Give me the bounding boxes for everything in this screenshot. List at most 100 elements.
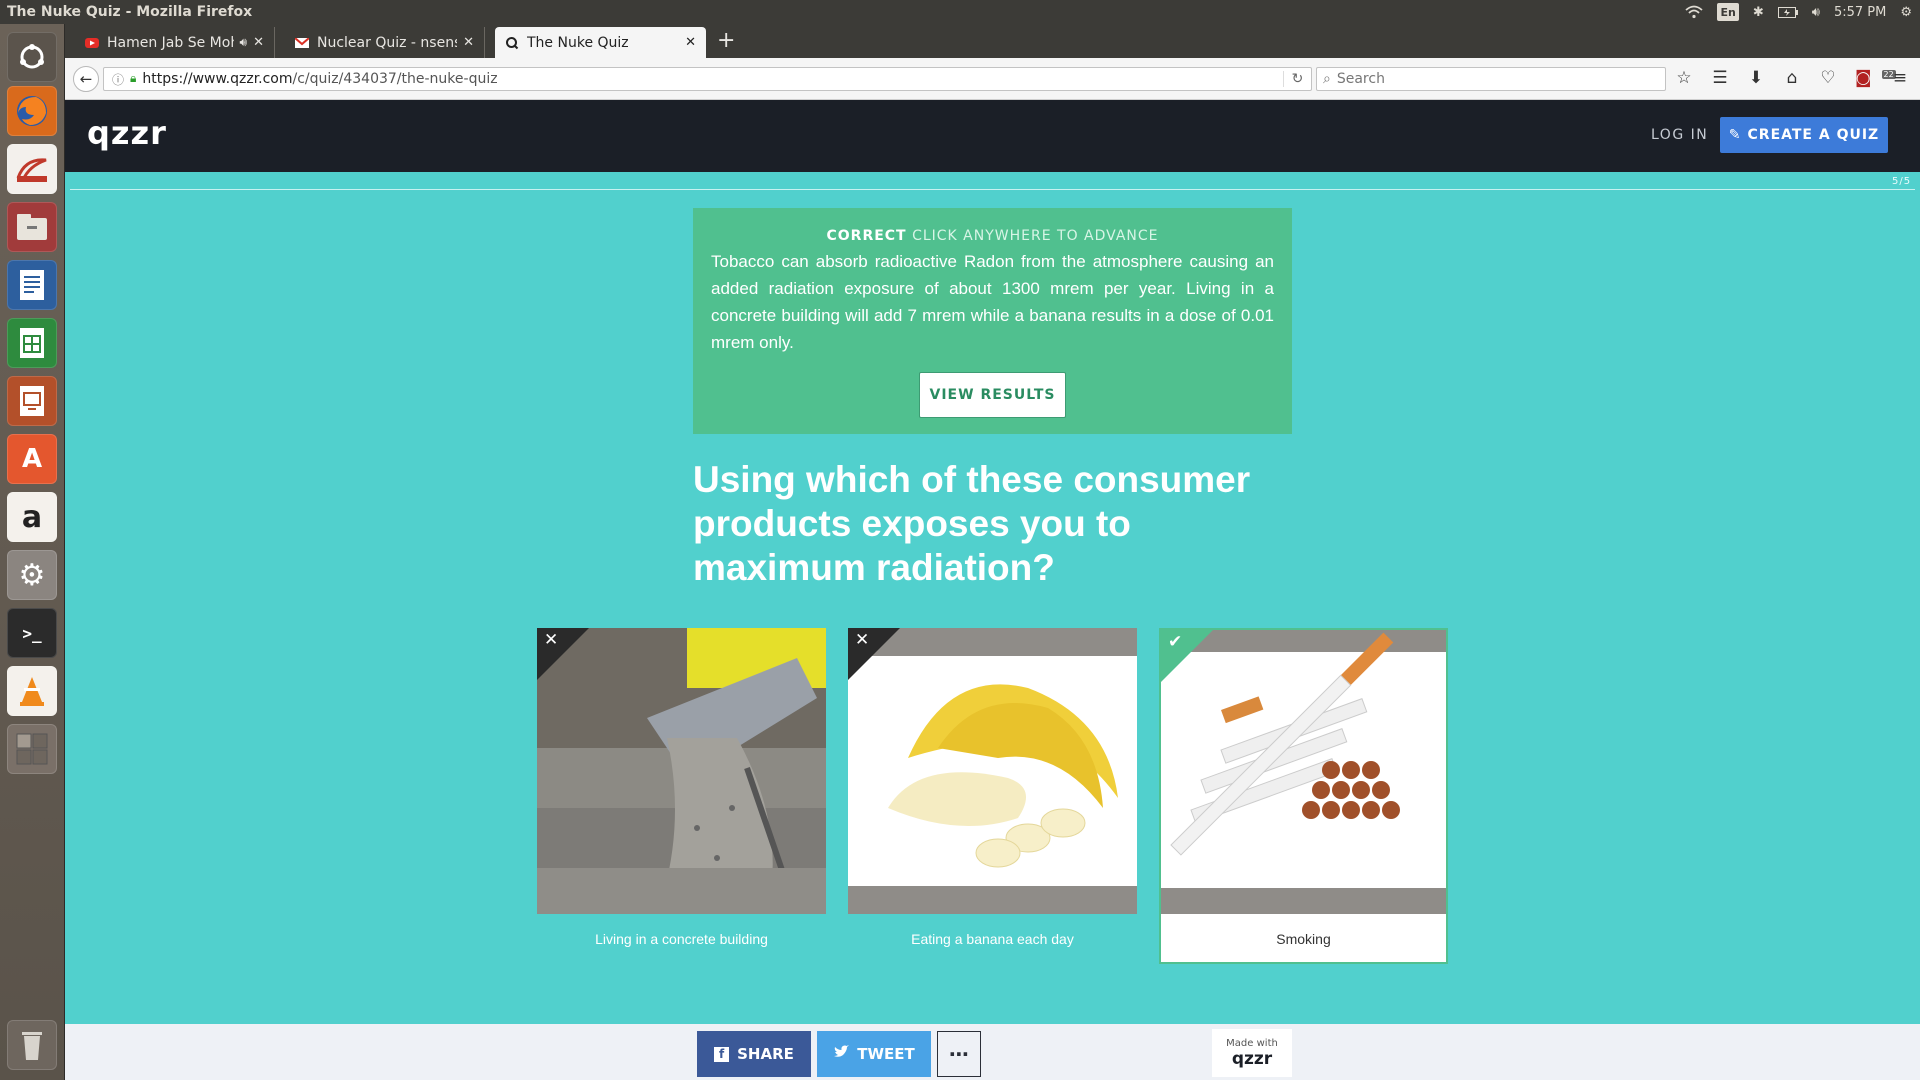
- ubuntu-launcher: A a ⚙ >_: [0, 24, 65, 1080]
- navigation-toolbar: ← ⓘ 🔒︎ https://www.qzzr.com/c/quiz/43403…: [65, 58, 1920, 100]
- amazon-icon[interactable]: a: [7, 492, 57, 542]
- ublock-icon[interactable]: ◙ 22: [1855, 68, 1896, 88]
- hamburger-menu-icon[interactable]: ≡: [1891, 68, 1909, 88]
- pocket-icon[interactable]: ♡: [1819, 68, 1837, 88]
- answer-feedback-panel[interactable]: CORRECT CLICK ANYWHERE TO ADVANCE Tobacc…: [693, 208, 1292, 434]
- share-label: SHARE: [737, 1045, 794, 1063]
- youtube-icon: [85, 36, 99, 50]
- login-link[interactable]: LOG IN: [1651, 127, 1708, 143]
- check-mark-icon: ✔: [1168, 632, 1183, 652]
- file-manager-icon[interactable]: [7, 202, 57, 252]
- progress-label: 5/5: [1892, 176, 1912, 187]
- back-button[interactable]: ←: [73, 66, 99, 92]
- wifi-icon[interactable]: [1685, 3, 1704, 21]
- site-header: qzzr LOG IN ✎ CREATE A QUIZ: [65, 100, 1920, 172]
- cigarettes-image: ✔: [1161, 630, 1446, 914]
- wrong-mark-icon: ✕: [855, 630, 870, 650]
- tab-label: Nuclear Quiz - nsensha: [317, 34, 457, 51]
- url-path: /c/quiz/434037/the-nuke-quiz: [292, 71, 498, 87]
- made-with-label: Made with: [1226, 1037, 1278, 1049]
- feedback-header: CORRECT CLICK ANYWHERE TO ADVANCE: [693, 228, 1292, 244]
- vlc-icon[interactable]: [7, 666, 57, 716]
- gmail-icon: [295, 36, 309, 50]
- feedback-hint: CLICK ANYWHERE TO ADVANCE: [912, 228, 1159, 244]
- answer-option-smoking[interactable]: ✔ Smoking: [1159, 628, 1448, 964]
- libreoffice-impress-icon[interactable]: [7, 376, 57, 426]
- battery-icon[interactable]: [1777, 3, 1798, 21]
- firefox-icon[interactable]: [7, 86, 57, 136]
- answer-option-concrete[interactable]: ✕ Living in a concrete building: [537, 628, 826, 964]
- facebook-share-button[interactable]: f SHARE: [697, 1031, 811, 1077]
- toolbar-icons: ☆ ☰ ⬇ ⌂ ♡ ◙ 22 ≡: [1675, 68, 1909, 88]
- tweet-label: TWEET: [857, 1045, 915, 1063]
- progress-bar: [70, 189, 1915, 190]
- made-with-qzzr-badge[interactable]: Made with qzzr: [1212, 1029, 1292, 1077]
- libreoffice-writer-icon[interactable]: [7, 260, 57, 310]
- bookmark-star-icon[interactable]: ☆: [1675, 68, 1693, 88]
- answer-option-banana[interactable]: ✕ Eating a banana each day: [848, 628, 1137, 964]
- terminal-icon[interactable]: >_: [7, 608, 57, 658]
- lock-icon[interactable]: 🔒︎: [130, 71, 136, 88]
- system-top-panel: The Nuke Quiz - Mozilla Firefox En ✱ 🔊︎ …: [0, 0, 1920, 24]
- more-options-button[interactable]: ⋯: [937, 1031, 981, 1077]
- twitter-icon: [833, 1045, 850, 1063]
- feedback-explanation: Tobacco can absorb radioactive Radon fro…: [711, 252, 1274, 352]
- url-text[interactable]: https://www.qzzr.com/c/quiz/434037/the-n…: [142, 71, 1283, 87]
- close-icon[interactable]: ✕: [253, 35, 264, 50]
- libreoffice-calc-icon[interactable]: [7, 318, 57, 368]
- create-quiz-button[interactable]: ✎ CREATE A QUIZ: [1720, 117, 1888, 153]
- volume-icon[interactable]: 🔊︎: [1812, 3, 1820, 21]
- url-bar[interactable]: ⓘ 🔒︎ https://www.qzzr.com/c/quiz/434037/…: [103, 67, 1312, 91]
- gear-icon[interactable]: ⚙: [1900, 3, 1912, 21]
- edit-icon: ✎: [1728, 127, 1742, 143]
- close-icon[interactable]: ✕: [463, 35, 474, 50]
- keyboard-layout-indicator[interactable]: En: [1717, 3, 1739, 21]
- qzzr-icon: [505, 36, 519, 50]
- tab-label: The Nuke Quiz: [527, 34, 629, 51]
- reading-list-icon[interactable]: ☰: [1711, 68, 1729, 88]
- info-icon[interactable]: ⓘ: [112, 71, 124, 88]
- answer-label: Eating a banana each day: [911, 931, 1074, 947]
- feedback-status: CORRECT: [826, 228, 907, 244]
- banana-image: ✕: [848, 628, 1137, 914]
- new-tab-button[interactable]: +: [717, 30, 735, 52]
- search-icon: ⌕: [1323, 71, 1331, 87]
- wrong-mark-icon: ✕: [544, 630, 559, 650]
- tab-youtube[interactable]: Hamen Jab Se Moha 🔊︎ ✕: [75, 27, 275, 58]
- close-icon[interactable]: ✕: [685, 35, 696, 50]
- made-with-logo: qzzr: [1231, 1048, 1273, 1069]
- home-icon[interactable]: ⌂: [1783, 68, 1801, 88]
- url-base: https://www.qzzr.com: [142, 71, 293, 87]
- system-indicators: En ✱ 🔊︎ 5:57 PM ⚙: [1685, 3, 1920, 21]
- tab-the-nuke-quiz[interactable]: The Nuke Quiz ✕: [495, 27, 706, 58]
- twitter-tweet-button[interactable]: TWEET: [817, 1031, 931, 1077]
- tab-gmail[interactable]: Nuclear Quiz - nsensha ✕: [285, 27, 485, 58]
- speaker-icon[interactable]: 🔊︎: [240, 35, 248, 50]
- facebook-icon: f: [714, 1046, 730, 1062]
- answer-label: Living in a concrete building: [595, 931, 768, 947]
- concrete-image: ✕: [537, 628, 826, 914]
- reload-icon[interactable]: ↻: [1283, 71, 1311, 87]
- qzzr-logo[interactable]: qzzr: [87, 114, 167, 152]
- create-quiz-label: CREATE A QUIZ: [1747, 127, 1880, 143]
- download-icon[interactable]: ⬇: [1747, 68, 1765, 88]
- tab-label: Hamen Jab Se Moha: [107, 34, 234, 51]
- search-placeholder: Search: [1336, 71, 1385, 87]
- firefox-window: Hamen Jab Se Moha 🔊︎ ✕ Nuclear Quiz - ns…: [65, 24, 1920, 1080]
- ubuntu-dash-icon[interactable]: [7, 32, 57, 82]
- search-bar[interactable]: ⌕ Search: [1316, 67, 1666, 91]
- answer-label: Smoking: [1276, 931, 1331, 947]
- clock[interactable]: 5:57 PM: [1834, 3, 1886, 21]
- share-footer: f SHARE TWEET ⋯ Made with qzzr: [65, 1024, 1920, 1080]
- window-title: The Nuke Quiz - Mozilla Firefox: [7, 4, 253, 20]
- trash-icon[interactable]: [7, 1020, 57, 1070]
- bluetooth-icon[interactable]: ✱: [1753, 3, 1764, 21]
- tab-bar: Hamen Jab Se Moha 🔊︎ ✕ Nuclear Quiz - ns…: [65, 24, 1920, 58]
- mail-client-icon[interactable]: [7, 144, 57, 194]
- question-title: Using which of these consumer products e…: [693, 459, 1251, 588]
- system-settings-icon[interactable]: ⚙: [7, 550, 57, 600]
- web-page: qzzr LOG IN ✎ CREATE A QUIZ 5/5 CORRECT …: [65, 100, 1920, 1080]
- view-results-button[interactable]: VIEW RESULTS: [919, 372, 1066, 418]
- workspace-switcher-icon[interactable]: [7, 724, 57, 774]
- software-center-icon[interactable]: A: [7, 434, 57, 484]
